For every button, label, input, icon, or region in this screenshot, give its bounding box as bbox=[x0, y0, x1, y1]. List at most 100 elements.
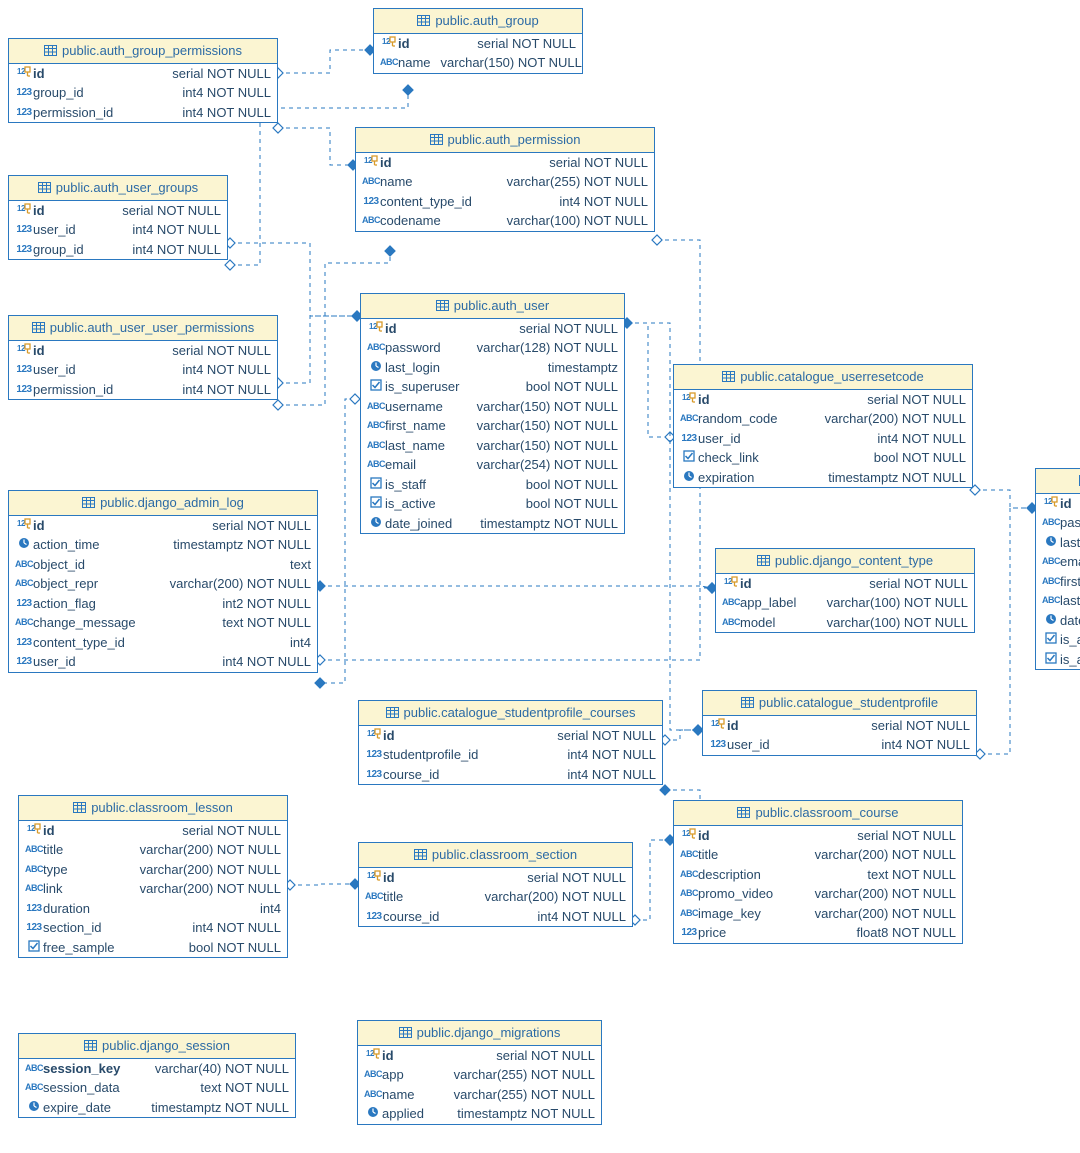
entity-table-header[interactable]: public.classroom_section bbox=[359, 843, 632, 868]
entity-table-header[interactable]: public.django_session bbox=[19, 1034, 295, 1059]
column-row[interactable]: ABCusernamevarchar(150) NOT NULL bbox=[361, 397, 624, 417]
column-row[interactable]: 123durationint4 bbox=[19, 899, 287, 919]
column-row[interactable]: is_staffbool NOT NULL bbox=[361, 475, 624, 495]
column-row[interactable]: 123group_idint4 NOT NULL bbox=[9, 240, 227, 260]
column-row[interactable]: 123course_idint4 NOT NULL bbox=[359, 765, 662, 785]
column-row[interactable]: 12idserial NOT NULL bbox=[716, 574, 974, 594]
column-row[interactable]: ABCnamevarchar(255) NOT NULL bbox=[356, 172, 654, 192]
column-row[interactable]: 123user_idint4 NOT NULL bbox=[703, 735, 976, 755]
column-row[interactable]: 123user_idint4 NOT NULL bbox=[674, 429, 972, 449]
column-row[interactable]: free_samplebool NOT NULL bbox=[19, 938, 287, 958]
column-row[interactable]: 123action_flagint2 NOT NULL bbox=[9, 594, 317, 614]
entity-table-header[interactable]: public.classroom_course bbox=[674, 801, 962, 826]
column-row[interactable]: ABCpasswordvarchar(128) NOT NULL bbox=[361, 338, 624, 358]
column-row[interactable]: appliedtimestamptz NOT NULL bbox=[358, 1104, 601, 1124]
column-row[interactable]: 123studentprofile_idint4 NOT NULL bbox=[359, 745, 662, 765]
column-row[interactable]: ABCsession_keyvarchar(40) NOT NULL bbox=[19, 1059, 295, 1079]
entity-table[interactable]: public.catalogue_userresetcode12idserial… bbox=[673, 364, 973, 488]
column-row[interactable]: ABCsession_datatext NOT NULL bbox=[19, 1078, 295, 1098]
column-row[interactable]: ABCmodelvarchar(100) NOT NULL bbox=[716, 613, 974, 633]
entity-table[interactable]: public.classroom_lesson12idserial NOT NU… bbox=[18, 795, 288, 958]
column-row[interactable]: 12idserial NOT NULL bbox=[19, 821, 287, 841]
column-row[interactable]: ABCpromo_videovarchar(200) NOT NULL bbox=[674, 884, 962, 904]
entity-table-header[interactable]: public.django_admin_log bbox=[9, 491, 317, 516]
column-row[interactable]: ABClinkvarchar(200) NOT NULL bbox=[19, 879, 287, 899]
column-row[interactable]: ABCappvarchar(255) NOT NULL bbox=[358, 1065, 601, 1085]
column-row[interactable]: ABCcodenamevarchar(100) NOT NULL bbox=[356, 211, 654, 231]
column-row[interactable]: ABCrandom_codevarchar(200) NOT NULL bbox=[674, 409, 972, 429]
column-row[interactable]: is_admin bbox=[1036, 650, 1080, 670]
column-row[interactable]: 12idserial NOT NULL bbox=[9, 201, 227, 221]
column-row[interactable]: ABCchange_messagetext NOT NULL bbox=[9, 613, 317, 633]
column-row[interactable]: 12idserial NOT NULL bbox=[359, 726, 662, 746]
entity-table[interactable]: public.auth_group12idserial NOT NULLABCn… bbox=[373, 8, 583, 74]
entity-table[interactable]: public.classroom_course12idserial NOT NU… bbox=[673, 800, 963, 944]
column-row[interactable]: ABCnamevarchar(255) NOT NULL bbox=[358, 1085, 601, 1105]
column-row[interactable]: ABCnamevarchar(150) NOT NULL bbox=[374, 53, 582, 73]
column-row[interactable]: ABCtitlevarchar(200) NOT NULL bbox=[674, 845, 962, 865]
column-row[interactable]: ABCemailvarchar(254) NOT NULL bbox=[361, 455, 624, 475]
column-row[interactable]: 12idserial NOT NULL bbox=[359, 868, 632, 888]
column-row[interactable]: date_joinedtimestamptz NOT NULL bbox=[361, 514, 624, 534]
column-row[interactable]: is_active bbox=[1036, 630, 1080, 650]
column-row[interactable]: 12idserial NOT NULL bbox=[9, 341, 277, 361]
column-row[interactable]: 123user_idint4 NOT NULL bbox=[9, 652, 317, 672]
column-row[interactable]: ABCpasswor bbox=[1036, 513, 1080, 533]
column-row[interactable]: 12idserial NOT NULL bbox=[374, 34, 582, 54]
column-row[interactable]: 12idserial NOT NULL bbox=[674, 826, 962, 846]
entity-table[interactable]: public.auth_group_permissions12idserial … bbox=[8, 38, 278, 123]
column-row[interactable]: ABClast_namevarchar(150) NOT NULL bbox=[361, 436, 624, 456]
column-row[interactable]: ABClast_nam bbox=[1036, 591, 1080, 611]
entity-table-header[interactable]: public.django_migrations bbox=[358, 1021, 601, 1046]
column-row[interactable]: 12idserial NOT NULL bbox=[674, 390, 972, 410]
column-row[interactable]: ABCtitlevarchar(200) NOT NULL bbox=[19, 840, 287, 860]
entity-table-header[interactable]: public.auth_user_groups bbox=[9, 176, 227, 201]
column-row[interactable]: ABCimage_keyvarchar(200) NOT NULL bbox=[674, 904, 962, 924]
entity-table[interactable]: public.auth_user_groups12idserial NOT NU… bbox=[8, 175, 228, 260]
column-row[interactable]: 123user_idint4 NOT NULL bbox=[9, 220, 227, 240]
column-row[interactable]: is_superuserbool NOT NULL bbox=[361, 377, 624, 397]
entity-table[interactable]: public.django_migrations12idserial NOT N… bbox=[357, 1020, 602, 1125]
entity-table-header[interactable]: public.auth_group bbox=[374, 9, 582, 34]
entity-table-header[interactable]: public.catalogue_studentprofile_courses bbox=[359, 701, 662, 726]
entity-table[interactable]: public.catalogue_studentprofile_courses1… bbox=[358, 700, 663, 785]
entity-table[interactable]: public.catalogue_studentprofile12idseria… bbox=[702, 690, 977, 756]
entity-table-header[interactable]: pu bbox=[1036, 469, 1080, 494]
column-row[interactable]: action_timetimestamptz NOT NULL bbox=[9, 535, 317, 555]
column-row[interactable]: 12idserial NOT NULL bbox=[358, 1046, 601, 1066]
column-row[interactable]: 123permission_idint4 NOT NULL bbox=[9, 103, 277, 123]
column-row[interactable]: 12idserial NOT NULL bbox=[356, 153, 654, 173]
entity-table-header[interactable]: public.auth_group_permissions bbox=[9, 39, 277, 64]
column-row[interactable]: ABCdescriptiontext NOT NULL bbox=[674, 865, 962, 885]
column-row[interactable]: check_linkbool NOT NULL bbox=[674, 448, 972, 468]
column-row[interactable]: ABCemail bbox=[1036, 552, 1080, 572]
entity-table-header[interactable]: public.catalogue_studentprofile bbox=[703, 691, 976, 716]
entity-table-header[interactable]: public.django_content_type bbox=[716, 549, 974, 574]
column-row[interactable]: last_logintimestamptz bbox=[361, 358, 624, 378]
entity-table-header[interactable]: public.auth_user_user_permissions bbox=[9, 316, 277, 341]
column-row[interactable]: last_logi bbox=[1036, 533, 1080, 553]
entity-table[interactable]: pu12idABCpassworlast_logiABCemailABCfirs… bbox=[1035, 468, 1080, 670]
column-row[interactable]: expirationtimestamptz NOT NULL bbox=[674, 468, 972, 488]
entity-table-header[interactable]: public.auth_permission bbox=[356, 128, 654, 153]
entity-table-header[interactable]: public.auth_user bbox=[361, 294, 624, 319]
column-row[interactable]: 123section_idint4 NOT NULL bbox=[19, 918, 287, 938]
column-row[interactable]: 123group_idint4 NOT NULL bbox=[9, 83, 277, 103]
column-row[interactable]: 123pricefloat8 NOT NULL bbox=[674, 923, 962, 943]
entity-table-header[interactable]: public.classroom_lesson bbox=[19, 796, 287, 821]
column-row[interactable]: ABCtitlevarchar(200) NOT NULL bbox=[359, 887, 632, 907]
column-row[interactable]: 12idserial NOT NULL bbox=[361, 319, 624, 339]
column-row[interactable]: 12idserial NOT NULL bbox=[9, 516, 317, 536]
column-row[interactable]: 12idserial NOT NULL bbox=[9, 64, 277, 84]
entity-table[interactable]: public.classroom_section12idserial NOT N… bbox=[358, 842, 633, 927]
entity-table[interactable]: public.auth_user_user_permissions12idser… bbox=[8, 315, 278, 400]
column-row[interactable]: expire_datetimestamptz NOT NULL bbox=[19, 1098, 295, 1118]
column-row[interactable]: 123content_type_idint4 NOT NULL bbox=[356, 192, 654, 212]
column-row[interactable]: date_joi bbox=[1036, 611, 1080, 631]
column-row[interactable]: is_activebool NOT NULL bbox=[361, 494, 624, 514]
column-row[interactable]: 123user_idint4 NOT NULL bbox=[9, 360, 277, 380]
entity-table[interactable]: public.auth_user12idserial NOT NULLABCpa… bbox=[360, 293, 625, 534]
column-row[interactable]: 123permission_idint4 NOT NULL bbox=[9, 380, 277, 400]
entity-table[interactable]: public.django_admin_log12idserial NOT NU… bbox=[8, 490, 318, 673]
column-row[interactable]: ABCfirst_nam bbox=[1036, 572, 1080, 592]
